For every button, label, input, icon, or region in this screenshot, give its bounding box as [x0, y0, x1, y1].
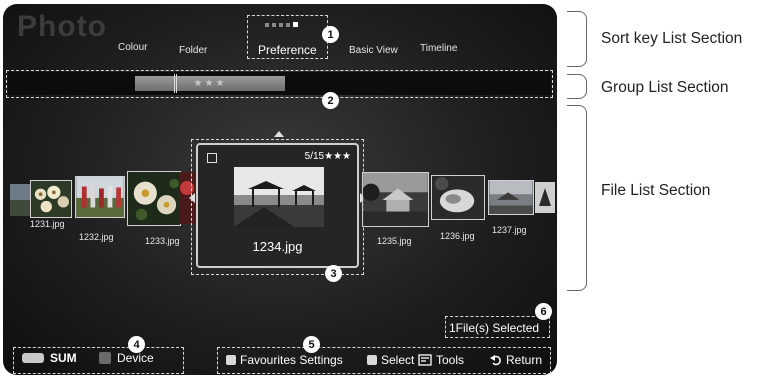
group-list-frame [6, 70, 553, 98]
file-name-1237: 1237.jpg [492, 225, 527, 235]
callout-badge-1: 1 [322, 26, 339, 43]
thumbnail-1233[interactable] [127, 171, 181, 226]
file-name-1236: 1236.jpg [440, 231, 475, 241]
callout-badge-3: 3 [325, 265, 342, 282]
thumbnail-edge-right[interactable] [535, 182, 555, 213]
sort-key-basic-view[interactable]: Basic View [349, 45, 398, 56]
app-title: Photo [17, 10, 107, 43]
thumbnail-1232[interactable] [75, 176, 125, 218]
scroll-up-arrow-icon[interactable] [274, 131, 284, 137]
selected-count-frame [445, 316, 550, 338]
sort-key-timeline[interactable]: Timeline [420, 43, 457, 54]
sort-key-folder[interactable]: Folder [179, 45, 207, 56]
callout-badge-4: 4 [128, 336, 145, 353]
sort-key-colour[interactable]: Colour [118, 42, 147, 53]
device-buttons-frame [13, 347, 184, 374]
thumbnail-1237[interactable] [488, 180, 534, 215]
callout-badge-5: 5 [303, 336, 320, 353]
thumbnail-1236[interactable] [431, 175, 485, 220]
hints-frame [217, 347, 551, 374]
group-list-bracket [567, 74, 587, 99]
focused-file-frame [191, 139, 364, 275]
thumbnail-1231[interactable] [30, 180, 72, 218]
thumbnail-edge-left[interactable] [10, 184, 30, 216]
thumbnail-1235[interactable] [362, 172, 429, 227]
sort-key-bracket [567, 11, 587, 67]
sort-key-focus-frame [247, 15, 328, 59]
file-name-1231: 1231.jpg [30, 219, 65, 229]
file-list-section-label: File List Section [601, 182, 711, 199]
file-name-1233: 1233.jpg [145, 236, 180, 246]
callout-badge-6: 6 [535, 303, 552, 320]
file-list-bracket [567, 105, 587, 291]
sort-key-section-label: Sort key List Section [601, 30, 743, 47]
file-name-1235: 1235.jpg [377, 236, 412, 246]
file-name-1232: 1232.jpg [79, 232, 114, 242]
callout-badge-2: 2 [322, 92, 339, 109]
group-list-section-label: Group List Section [601, 79, 729, 96]
